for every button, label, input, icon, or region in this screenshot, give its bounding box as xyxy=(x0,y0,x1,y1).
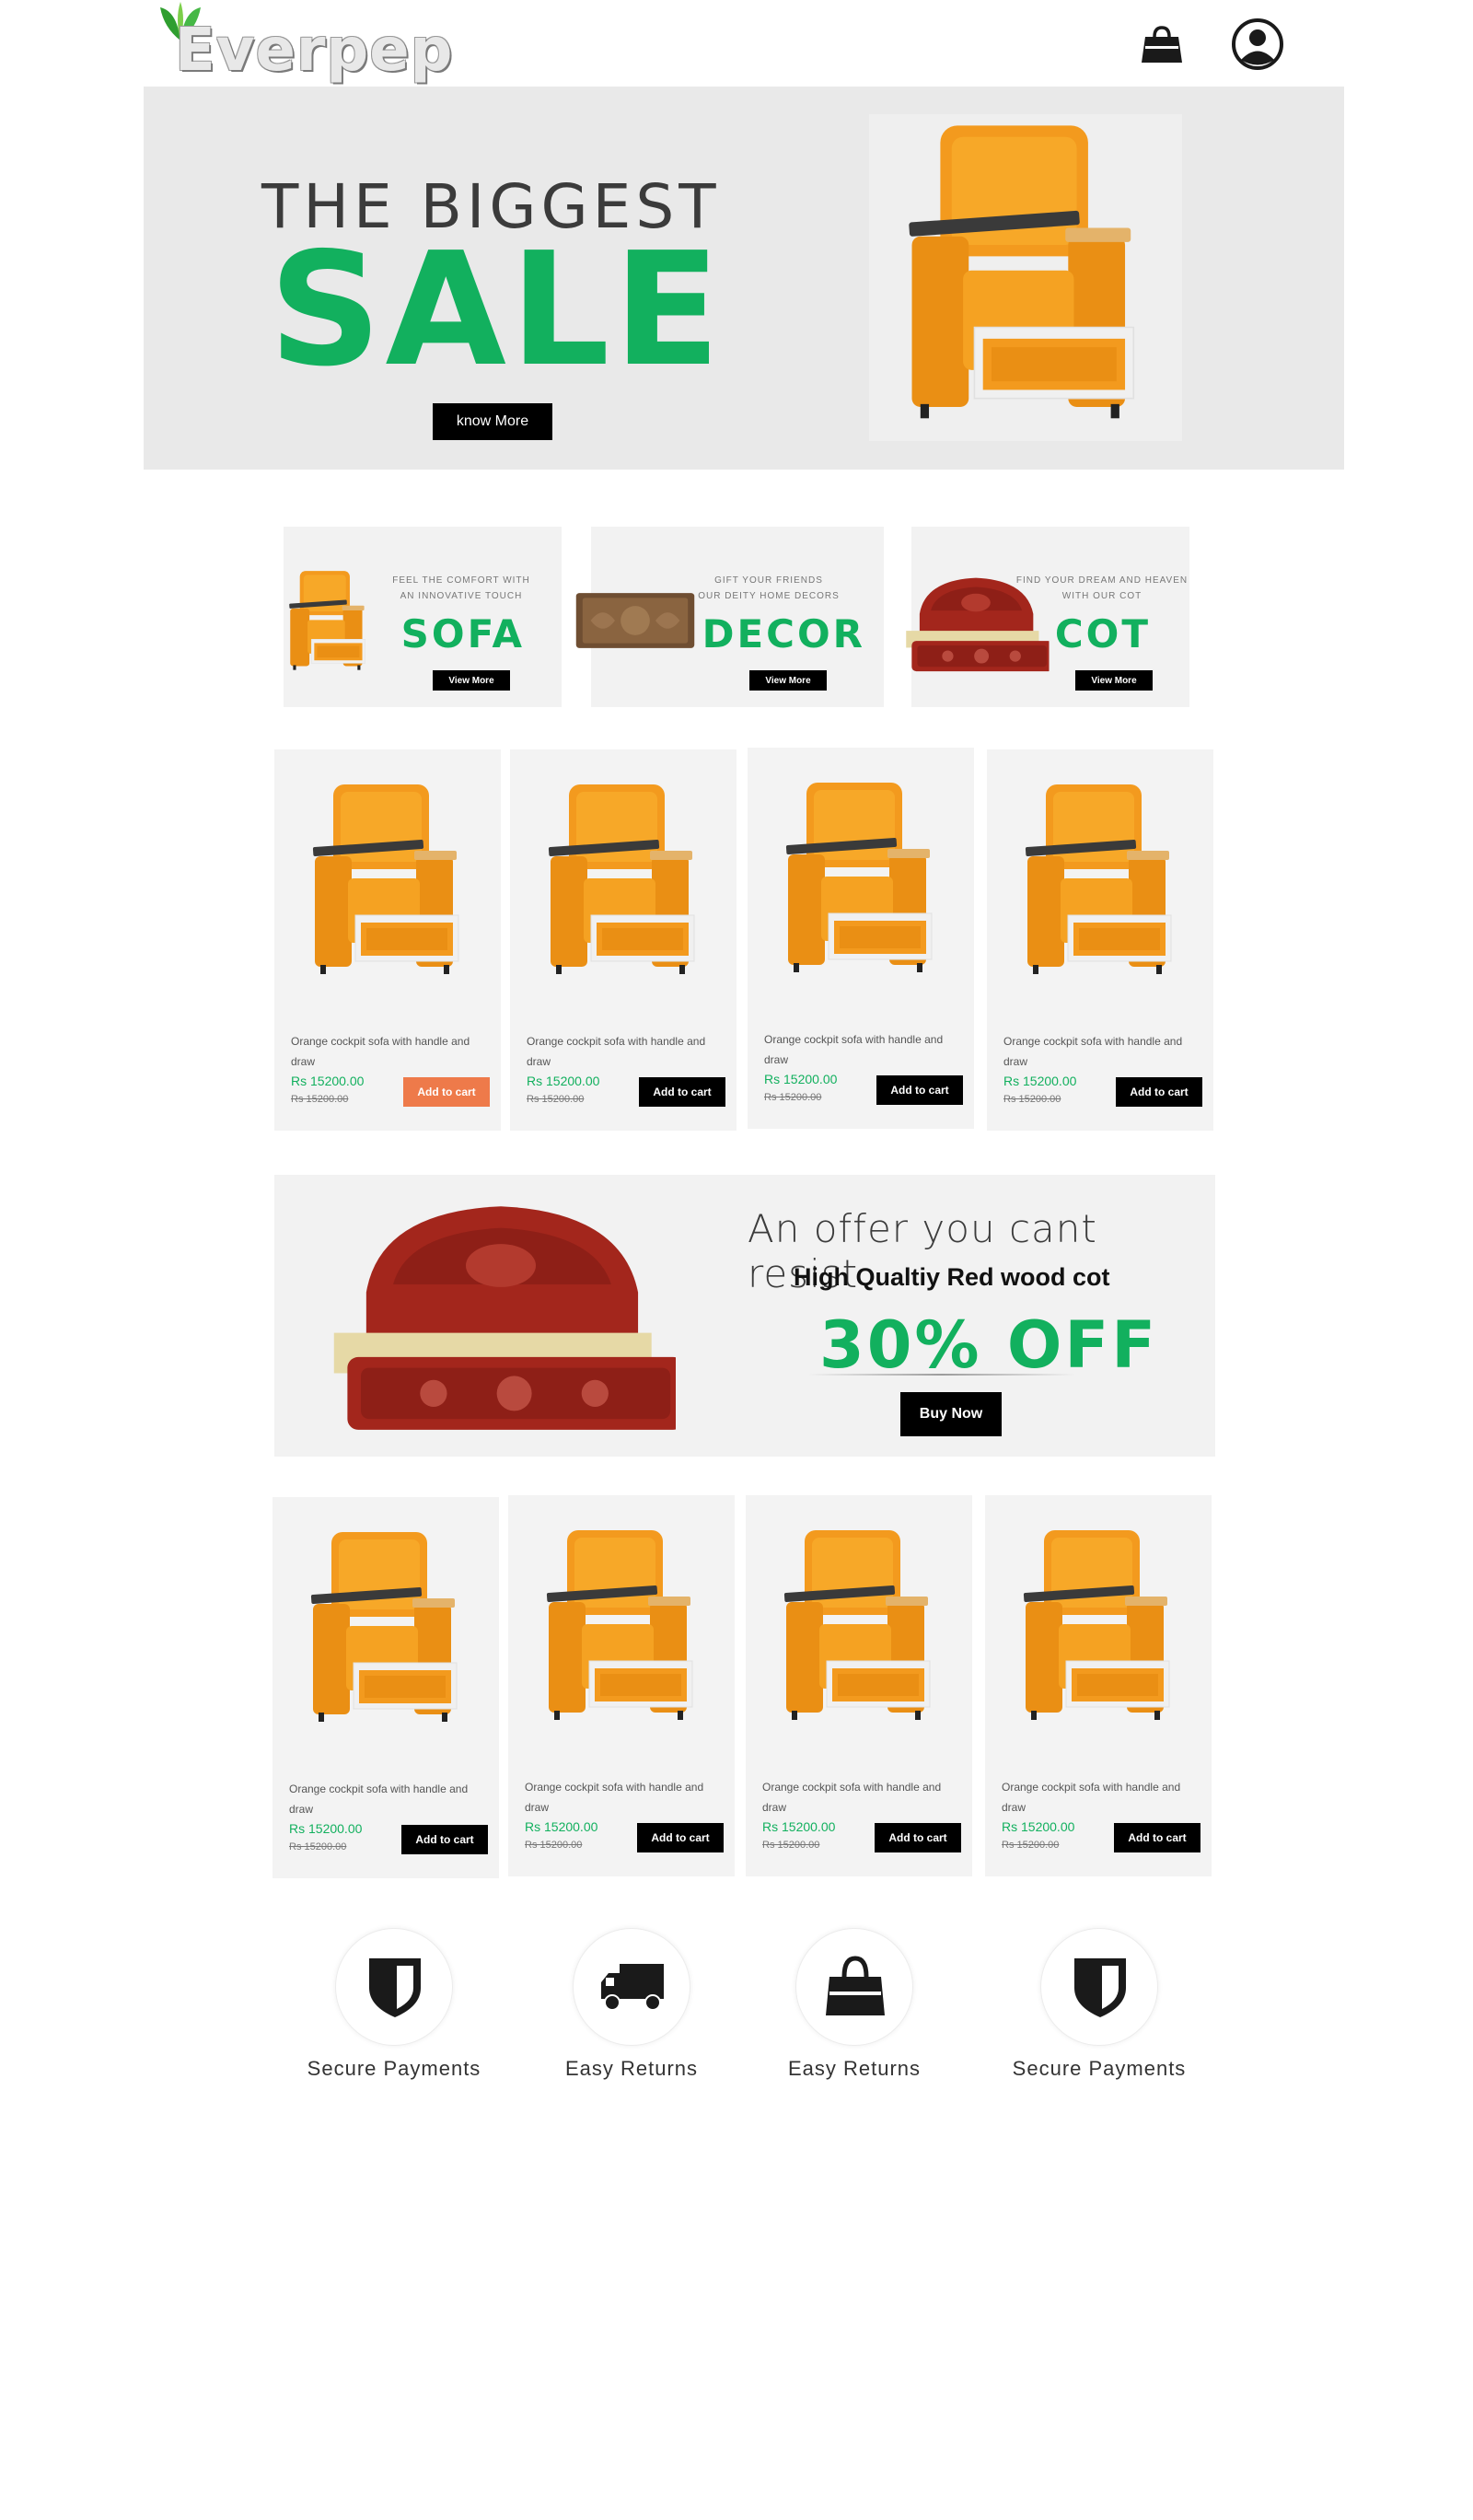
hero-title: SALE xyxy=(269,219,725,401)
product-old-price: Rs 15200.00 xyxy=(527,1094,585,1105)
product-image xyxy=(532,777,716,989)
product-old-price: Rs 15200.00 xyxy=(289,1841,347,1852)
product-image xyxy=(295,1525,479,1736)
product-old-price: Rs 15200.00 xyxy=(1003,1094,1061,1105)
view-more-button[interactable]: View More xyxy=(1075,670,1153,691)
category-decor[interactable]: GIFT YOUR FRIENDS OUR DEITY HOME DECORS D… xyxy=(591,527,884,707)
product-card[interactable]: Orange cockpit sofa with handle and draw… xyxy=(510,749,736,1131)
product-card[interactable]: Orange cockpit sofa with handle and draw… xyxy=(987,749,1213,1131)
view-more-button[interactable]: View More xyxy=(433,670,510,691)
product-price: Rs 15200.00 xyxy=(527,1074,600,1088)
product-name: Orange cockpit sofa with handle and draw xyxy=(762,1781,942,1814)
add-to-cart-button[interactable]: Add to cart xyxy=(1116,1077,1202,1107)
category-tagline: FIND YOUR DREAM AND HEAVEN WITH OUR COT xyxy=(1015,575,1189,601)
category-title: DECOR xyxy=(702,611,865,656)
feature-label: Secure Payments xyxy=(307,2057,481,2080)
product-price: Rs 15200.00 xyxy=(762,1819,836,1834)
category-tagline: FEEL THE COMFORT WITH AN INNOVATIVE TOUCH xyxy=(392,575,530,601)
feature-label: Easy Returns xyxy=(564,2057,699,2080)
product-image xyxy=(768,1523,952,1735)
feature-icon-circle xyxy=(335,1928,453,2046)
product-card[interactable]: Orange cockpit sofa with handle and draw… xyxy=(748,748,974,1129)
feature-label: Easy Returns xyxy=(787,2057,922,2080)
offer-subtitle: High Qualtiy Red wood cot xyxy=(794,1263,1110,1291)
sofa-image xyxy=(869,114,1182,441)
logo[interactable]: Everpep xyxy=(155,0,452,87)
product-name: Orange cockpit sofa with handle and draw xyxy=(289,1783,469,1816)
hero-product-image xyxy=(869,114,1182,441)
product-price: Rs 15200.00 xyxy=(291,1074,365,1088)
hero-banner: THE BIGGEST SALE know More xyxy=(144,87,1344,470)
shield-icon xyxy=(1074,1958,1126,2017)
shield-icon xyxy=(369,1958,421,2017)
product-image xyxy=(1009,777,1193,989)
feature-icon-circle xyxy=(1040,1928,1158,2046)
product-name: Orange cockpit sofa with handle and draw xyxy=(764,1033,944,1066)
product-card[interactable]: Orange cockpit sofa with handle and draw… xyxy=(273,1497,499,1878)
category-title: SOFA xyxy=(400,611,525,656)
logo-text: Everpep xyxy=(175,17,454,85)
divider xyxy=(808,1374,1075,1376)
product-old-price: Rs 15200.00 xyxy=(762,1840,820,1851)
product-image xyxy=(1007,1523,1191,1735)
add-to-cart-button[interactable]: Add to cart xyxy=(876,1075,963,1105)
feature-label: Secure Payments xyxy=(1012,2057,1187,2080)
product-old-price: Rs 15200.00 xyxy=(291,1094,349,1105)
product-card[interactable]: Orange cockpit sofa with handle and draw… xyxy=(746,1495,972,1876)
truck-icon xyxy=(601,1964,664,2011)
sofa-image xyxy=(269,567,389,678)
product-price: Rs 15200.00 xyxy=(525,1819,598,1834)
product-image xyxy=(770,775,954,987)
product-image xyxy=(296,777,481,989)
know-more-button[interactable]: know More xyxy=(433,403,552,440)
product-name: Orange cockpit sofa with handle and draw xyxy=(525,1781,704,1814)
feature-easy-returns: Easy Returns xyxy=(521,1928,742,2094)
product-price: Rs 15200.00 xyxy=(764,1072,838,1086)
category-cot[interactable]: FIND YOUR DREAM AND HEAVEN WITH OUR COT C… xyxy=(911,527,1189,707)
product-name: Orange cockpit sofa with handle and draw xyxy=(1003,1035,1183,1068)
add-to-cart-button[interactable]: Add to cart xyxy=(1114,1823,1200,1852)
product-price: Rs 15200.00 xyxy=(289,1821,363,1836)
feature-easy-returns: Easy Returns xyxy=(744,1928,965,2094)
user-account-icon[interactable] xyxy=(1230,17,1285,72)
product-old-price: Rs 15200.00 xyxy=(764,1092,822,1103)
product-name: Orange cockpit sofa with handle and draw xyxy=(527,1035,706,1068)
product-card[interactable]: Orange cockpit sofa with handle and draw… xyxy=(508,1495,735,1876)
product-name: Orange cockpit sofa with handle and draw xyxy=(291,1035,470,1068)
product-old-price: Rs 15200.00 xyxy=(525,1840,583,1851)
feature-secure-payments: Secure Payments xyxy=(284,1928,505,2094)
offer-discount: 30% OFF xyxy=(819,1307,1159,1383)
cot-image xyxy=(326,1197,676,1442)
add-to-cart-button[interactable]: Add to cart xyxy=(637,1823,724,1852)
shopping-bag-icon[interactable] xyxy=(1140,22,1184,66)
view-more-button[interactable]: View More xyxy=(749,670,827,691)
add-to-cart-button[interactable]: Add to cart xyxy=(403,1077,490,1107)
product-card[interactable]: Orange cockpit sofa with handle and draw… xyxy=(985,1495,1212,1876)
decor-image xyxy=(574,587,696,654)
add-to-cart-button[interactable]: Add to cart xyxy=(639,1077,725,1107)
category-sofa[interactable]: FEEL THE COMFORT WITH AN INNOVATIVE TOUCH… xyxy=(284,527,562,707)
feature-secure-payments: Secure Payments xyxy=(989,1928,1210,2094)
product-price: Rs 15200.00 xyxy=(1002,1819,1075,1834)
product-name: Orange cockpit sofa with handle and draw xyxy=(1002,1781,1181,1814)
category-tagline: GIFT YOUR FRIENDS OUR DEITY HOME DECORS xyxy=(698,575,840,601)
offer-banner: An offer you cant resist High Qualtiy Re… xyxy=(274,1175,1215,1457)
buy-now-button[interactable]: Buy Now xyxy=(900,1392,1002,1436)
product-old-price: Rs 15200.00 xyxy=(1002,1840,1060,1851)
feature-icon-circle xyxy=(573,1928,690,2046)
add-to-cart-button[interactable]: Add to cart xyxy=(875,1823,961,1852)
feature-icon-circle xyxy=(795,1928,913,2046)
shopping-bag-icon xyxy=(826,1956,885,2015)
product-card[interactable]: Orange cockpit sofa with handle and draw… xyxy=(274,749,501,1131)
add-to-cart-button[interactable]: Add to cart xyxy=(401,1825,488,1854)
category-title: COT xyxy=(1054,611,1151,656)
product-price: Rs 15200.00 xyxy=(1003,1074,1077,1088)
product-image xyxy=(530,1523,714,1735)
